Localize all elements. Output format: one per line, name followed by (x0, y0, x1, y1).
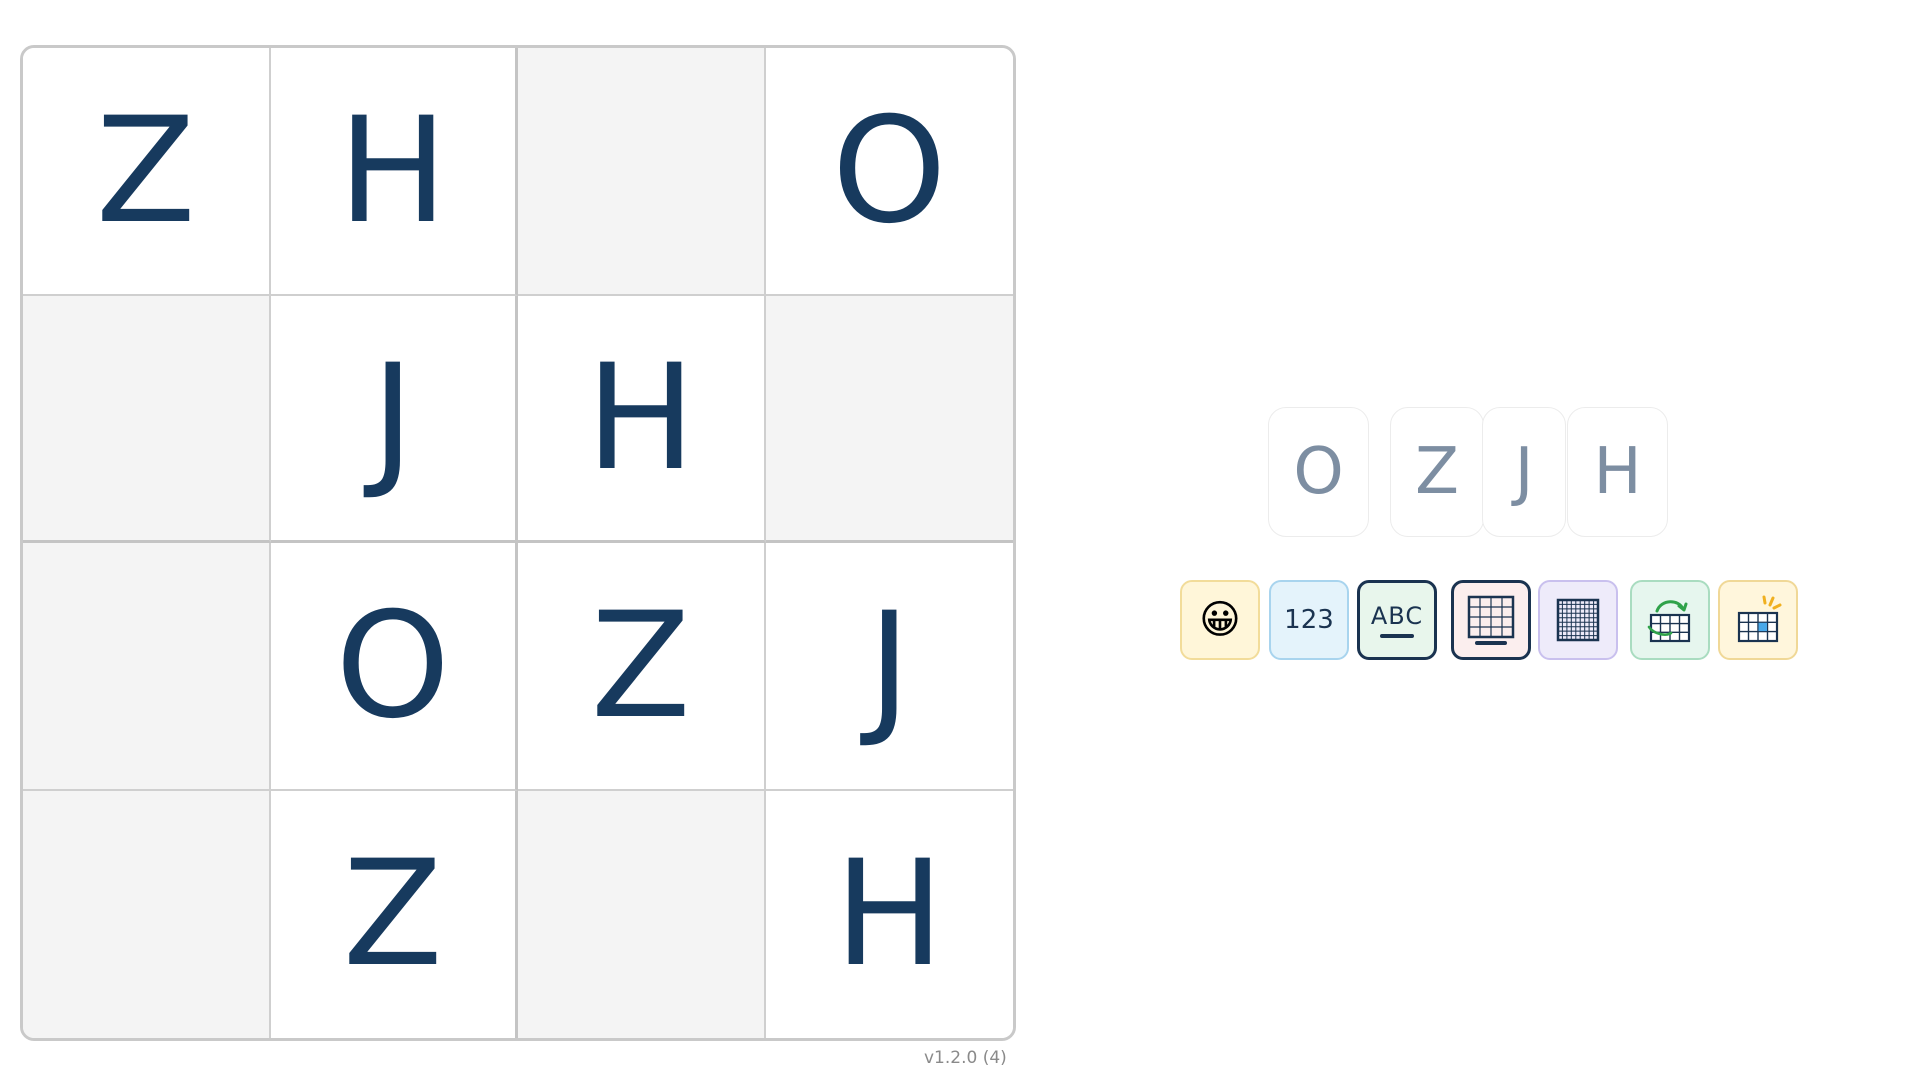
board-cell-r2c3[interactable]: H (518, 295, 766, 543)
version-label: v1.2.0 (4) (924, 1048, 1007, 1068)
hint-button[interactable] (1718, 580, 1798, 660)
letters-label: ABC (1370, 602, 1424, 630)
palette-letter-j[interactable]: J (1482, 407, 1566, 537)
grid-4x4-icon (1467, 595, 1515, 645)
board-cell-r3c3[interactable]: Z (518, 543, 766, 791)
board-cell-r4c1[interactable] (23, 790, 271, 1038)
selected-indicator (1380, 634, 1414, 638)
puzzle-board: ZHOJHOZJZH (20, 45, 1016, 1041)
letter-mode-button[interactable]: ABC (1357, 580, 1437, 660)
board-cell-r4c3[interactable] (518, 790, 766, 1038)
numbers-label: 123 (1284, 605, 1334, 635)
shuffle-button[interactable] (1630, 580, 1710, 660)
board-cell-r2c4[interactable] (765, 295, 1013, 543)
board-cell-r1c3[interactable] (518, 48, 766, 296)
board-cell-r2c2[interactable]: J (270, 295, 518, 543)
smiley-icon: 😀 (1199, 597, 1241, 643)
number-mode-button[interactable]: 123 (1269, 580, 1349, 660)
palette-letter-o[interactable]: O (1268, 407, 1369, 537)
board-cell-r1c2[interactable]: H (270, 48, 518, 296)
game-page: ZHOJHOZJZH v1.2.0 (4) OZJH 😀 123 ABC (0, 0, 1920, 1080)
hint-icon (1737, 595, 1782, 643)
grid-9x9-icon (1556, 598, 1600, 642)
board-cell-r4c2[interactable]: Z (270, 790, 518, 1038)
board-cell-r3c1[interactable] (23, 543, 271, 791)
palette-letter-z[interactable]: Z (1390, 407, 1484, 537)
board-cell-r3c2[interactable]: O (270, 543, 518, 791)
board-cell-r2c1[interactable] (23, 295, 271, 543)
palette-letter-h[interactable]: H (1567, 407, 1668, 537)
board-cell-r4c4[interactable]: H (765, 790, 1013, 1038)
grid-4x4-button[interactable] (1451, 580, 1531, 660)
letters-icon: ABC (1371, 602, 1423, 638)
emoji-mode-button[interactable]: 😀 (1180, 580, 1260, 660)
board-cell-r3c4[interactable]: J (765, 543, 1013, 791)
board-cell-r1c4[interactable]: O (765, 48, 1013, 296)
shuffle-icon (1647, 600, 1691, 643)
board-cell-r1c1[interactable]: Z (23, 48, 271, 296)
grid-9x9-button[interactable] (1538, 580, 1618, 660)
